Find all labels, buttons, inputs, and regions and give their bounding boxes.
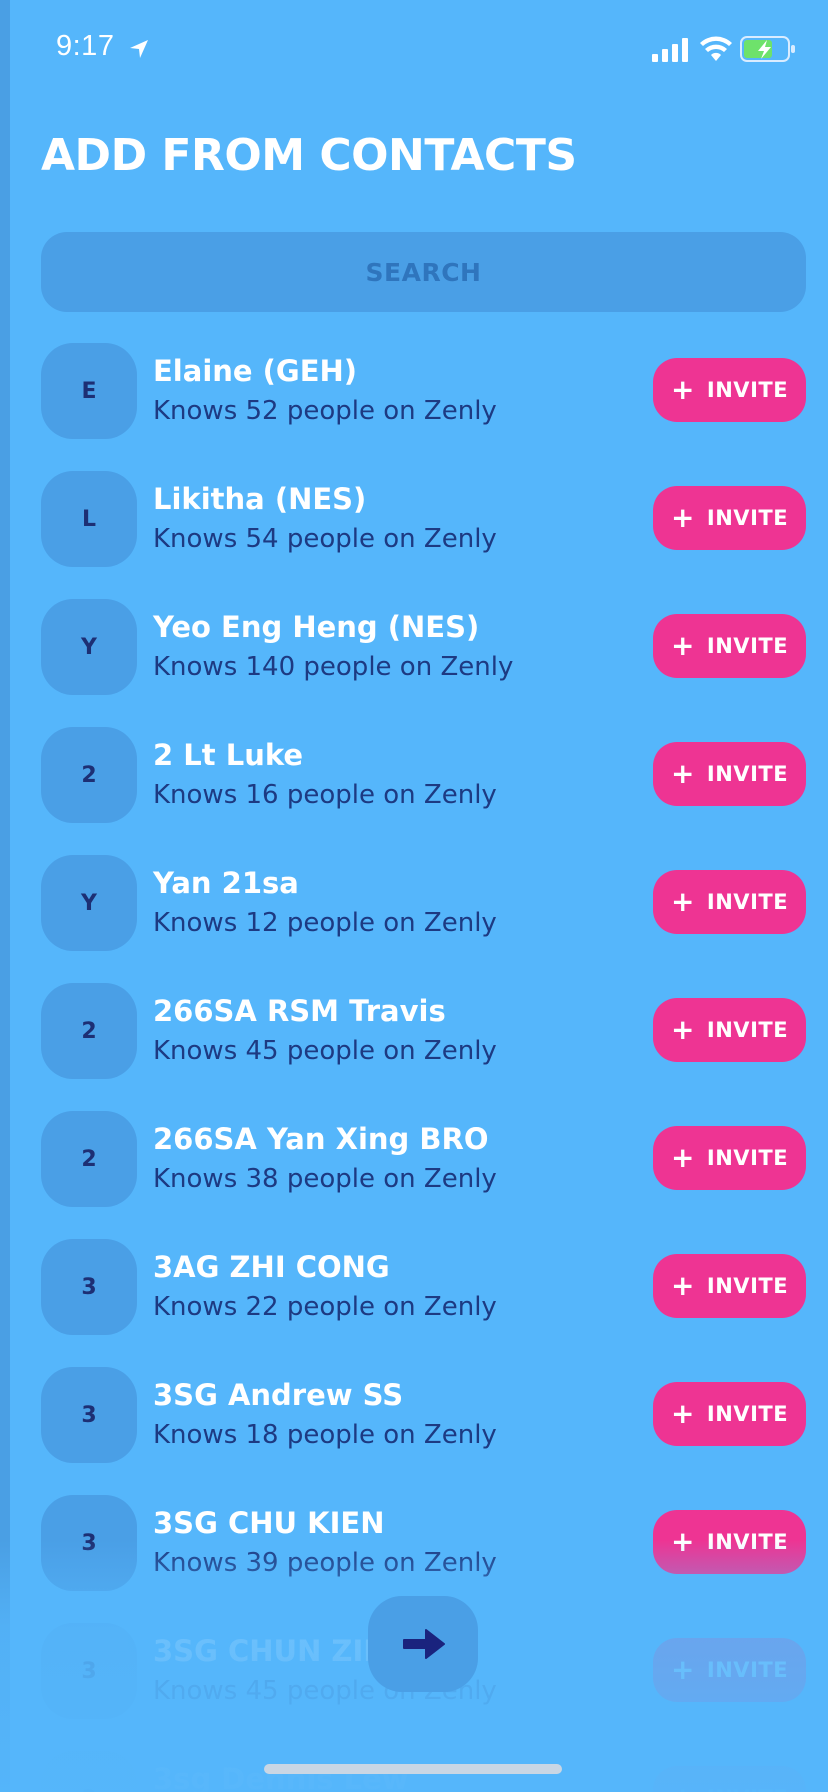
contact-row[interactable]: Y Yan 21sa Knows 12 people on Zenly + INVITE (0, 852, 828, 952)
invite-label: INVITE (706, 378, 789, 402)
invite-button[interactable]: + INVITE (653, 1382, 806, 1446)
contact-subtitle: Knows 18 people on Zenly (153, 1420, 497, 1450)
plus-icon: + (670, 501, 695, 534)
contact-row[interactable]: 3 3SG Andrew SS Knows 18 people on Zenly + I… (0, 1364, 828, 1464)
invite-button[interactable]: + INVITE (653, 1766, 806, 1792)
plus-icon: + (670, 373, 695, 406)
contact-subtitle: Knows 16 people on Zenly (153, 780, 497, 810)
contact-subtitle: Knows 22 people on Zenly (153, 1292, 497, 1322)
search-placeholder: SEARCH (365, 257, 482, 287)
contact-avatar: Y (41, 855, 137, 951)
contact-row[interactable]: 3 3SG CHU KIEN Knows 39 people on Zenly + IN… (0, 1492, 828, 1592)
invite-button[interactable]: + INVITE (653, 1126, 806, 1190)
invite-label: INVITE (706, 890, 789, 914)
contact-name: 3AG ZHI CONG (153, 1250, 390, 1284)
contact-avatar: 3 (41, 1367, 137, 1463)
contact-row[interactable]: E Elaine (GEH) Knows 52 people on Zenly + IN… (0, 340, 828, 440)
invite-label: INVITE (706, 1146, 789, 1170)
contact-subtitle: Knows 54 people on Zenly (153, 524, 497, 554)
contact-row[interactable]: 2 2 Lt Luke Knows 16 people on Zenly + INVIT… (0, 724, 828, 824)
contact-subtitle: Knows 140 people on Zenly (153, 652, 514, 682)
contact-avatar: 3 (41, 1751, 137, 1792)
invite-label: INVITE (706, 506, 789, 530)
contact-name: Likitha (NES) (153, 482, 367, 516)
battery-charging-icon (740, 36, 795, 62)
arrow-right-icon (403, 1629, 445, 1659)
invite-button[interactable]: + INVITE (653, 1510, 806, 1574)
contact-name: 3SG CHU KIEN (153, 1506, 385, 1540)
contact-subtitle: Knows 38 people on Zenly (153, 1164, 497, 1194)
invite-button[interactable]: + INVITE (653, 870, 806, 934)
status-bar: 9:17 (0, 0, 828, 100)
contact-name: 3SG Andrew SS (153, 1378, 404, 1412)
contact-avatar: 2 (41, 983, 137, 1079)
contact-row[interactable]: Y Yeo Eng Heng (NES) Knows 140 people on Z… (0, 596, 828, 696)
plus-icon: + (670, 1653, 695, 1686)
contact-name: Yan 21sa (153, 866, 299, 900)
plus-icon: + (670, 629, 695, 662)
cellular-signal-icon (652, 38, 688, 62)
contact-avatar: 3 (41, 1239, 137, 1335)
contact-name: 266SA RSM Travis (153, 994, 446, 1028)
contact-subtitle: Knows 12 people on Zenly (153, 908, 497, 938)
contact-avatar: L (41, 471, 137, 567)
invite-button[interactable]: + INVITE (653, 486, 806, 550)
invite-label: INVITE (706, 1018, 789, 1042)
plus-icon: + (670, 1397, 695, 1430)
page-title: ADD FROM CONTACTS (41, 130, 577, 181)
contact-row[interactable]: 2 266SA Yan Xing BRO Knows 38 people on Ze… (0, 1108, 828, 1208)
wifi-icon (700, 36, 732, 61)
next-button[interactable] (368, 1596, 478, 1692)
invite-label: INVITE (706, 1530, 789, 1554)
invite-button[interactable]: + INVITE (653, 998, 806, 1062)
contact-subtitle: Knows 52 people on Zenly (153, 396, 497, 426)
contact-name: 266SA Yan Xing BRO (153, 1122, 489, 1156)
plus-icon: + (670, 1013, 695, 1046)
invite-label: INVITE (706, 1402, 789, 1426)
plus-icon: + (670, 1141, 695, 1174)
contact-name: Yeo Eng Heng (NES) (153, 610, 480, 644)
invite-label: INVITE (707, 1786, 788, 1792)
invite-label: INVITE (706, 634, 789, 658)
contact-avatar: 3 (41, 1495, 137, 1591)
invite-button[interactable]: + INVITE (653, 614, 806, 678)
location-arrow-icon (130, 40, 148, 58)
plus-icon: + (671, 1784, 695, 1792)
invite-button[interactable]: + INVITE (653, 742, 806, 806)
plus-icon: + (670, 1525, 695, 1558)
invite-button[interactable]: + INVITE (653, 1638, 806, 1702)
contact-avatar: 3 (41, 1623, 137, 1719)
status-time: 9:17 (56, 30, 115, 62)
contact-avatar: 2 (41, 1111, 137, 1207)
invite-label: INVITE (706, 762, 789, 786)
contact-row[interactable]: L Likitha (NES) Knows 54 people on Zenly + I… (0, 468, 828, 568)
contact-avatar: E (41, 343, 137, 439)
contact-name: Elaine (GEH) (153, 354, 358, 388)
search-input[interactable]: SEARCH (41, 232, 806, 312)
contact-avatar: 2 (41, 727, 137, 823)
contact-avatar: Y (41, 599, 137, 695)
contact-row[interactable]: 2 266SA RSM Travis Knows 45 people on Zenl… (0, 980, 828, 1080)
contact-subtitle: Knows 39 people on Zenly (153, 1548, 497, 1578)
plus-icon: + (670, 757, 695, 790)
invite-button[interactable]: + INVITE (653, 358, 806, 422)
contact-subtitle: Knows 45 people on Zenly (153, 1036, 497, 1066)
invite-label: INVITE (706, 1658, 789, 1682)
contact-row[interactable]: 3 3AG ZHI CONG Knows 22 people on Zenly + IN… (0, 1236, 828, 1336)
plus-icon: + (670, 885, 695, 918)
invite-label: INVITE (706, 1274, 789, 1298)
invite-button[interactable]: + INVITE (653, 1254, 806, 1318)
contact-name: 2 Lt Luke (153, 738, 304, 772)
home-indicator (264, 1764, 562, 1774)
plus-icon: + (670, 1269, 695, 1302)
